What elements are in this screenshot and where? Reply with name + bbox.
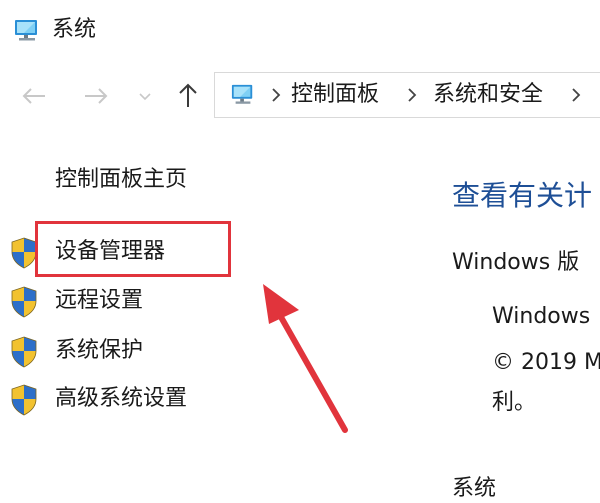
address-bar[interactable]: 控制面板 系统和安全 bbox=[214, 72, 600, 118]
task-device-manager[interactable]: 设备管理器 bbox=[0, 235, 240, 269]
arrow-up-icon bbox=[179, 83, 197, 107]
window-content: 系统 控制面板 系统和安全 控制面板主页 设备管理器 远程设置 系统保护 高级系… bbox=[0, 0, 600, 503]
task-label: 远程设置 bbox=[55, 288, 144, 313]
pointer-arrow-annotation bbox=[263, 284, 348, 433]
control-panel-home-link[interactable]: 控制面板主页 bbox=[55, 165, 187, 195]
recent-locations-button[interactable] bbox=[134, 80, 156, 112]
uac-shield-icon bbox=[11, 237, 37, 269]
task-label: 设备管理器 bbox=[55, 239, 166, 264]
copyright-text: © 2019 M bbox=[492, 350, 600, 375]
window-title: 系统 bbox=[52, 17, 97, 42]
title-bar: 系统 bbox=[0, 0, 600, 62]
computer-icon bbox=[231, 84, 253, 104]
navigation-bar: 控制面板 系统和安全 bbox=[0, 72, 600, 120]
system-window: 系统 控制面板 系统和安全 控制面板主页 设备管理器 远程设置 系统保护 高级系… bbox=[0, 0, 600, 503]
chevron-down-icon bbox=[139, 93, 151, 101]
forward-button[interactable] bbox=[80, 80, 112, 112]
uac-shield-icon bbox=[11, 336, 37, 368]
arrow-left-icon bbox=[22, 88, 45, 104]
breadcrumb-system-security[interactable]: 系统和安全 bbox=[433, 80, 543, 110]
back-button[interactable] bbox=[18, 80, 50, 112]
uac-shield-icon bbox=[11, 384, 37, 416]
windows-edition-label: Windows 版 bbox=[452, 250, 580, 275]
main-heading: 查看有关计 bbox=[452, 179, 593, 212]
windows-name: Windows bbox=[492, 304, 591, 329]
task-system-protection[interactable]: 系统保护 bbox=[0, 334, 240, 368]
arrow-right-icon bbox=[85, 88, 108, 104]
up-button[interactable] bbox=[172, 80, 204, 112]
computer-icon bbox=[15, 20, 37, 41]
task-label: 高级系统设置 bbox=[55, 386, 188, 411]
chevron-right-icon[interactable] bbox=[269, 83, 283, 107]
breadcrumb-control-panel[interactable]: 控制面板 bbox=[291, 80, 379, 110]
system-section-heading: 系统 bbox=[452, 476, 497, 501]
chevron-right-icon[interactable] bbox=[405, 83, 419, 107]
uac-shield-icon bbox=[11, 286, 37, 318]
task-remote-settings[interactable]: 远程设置 bbox=[0, 284, 240, 318]
task-advanced-system-settings[interactable]: 高级系统设置 bbox=[0, 382, 240, 416]
chevron-right-icon[interactable] bbox=[569, 83, 583, 107]
copyright-text-continued: 利。 bbox=[492, 390, 537, 415]
task-label: 系统保护 bbox=[55, 338, 144, 363]
